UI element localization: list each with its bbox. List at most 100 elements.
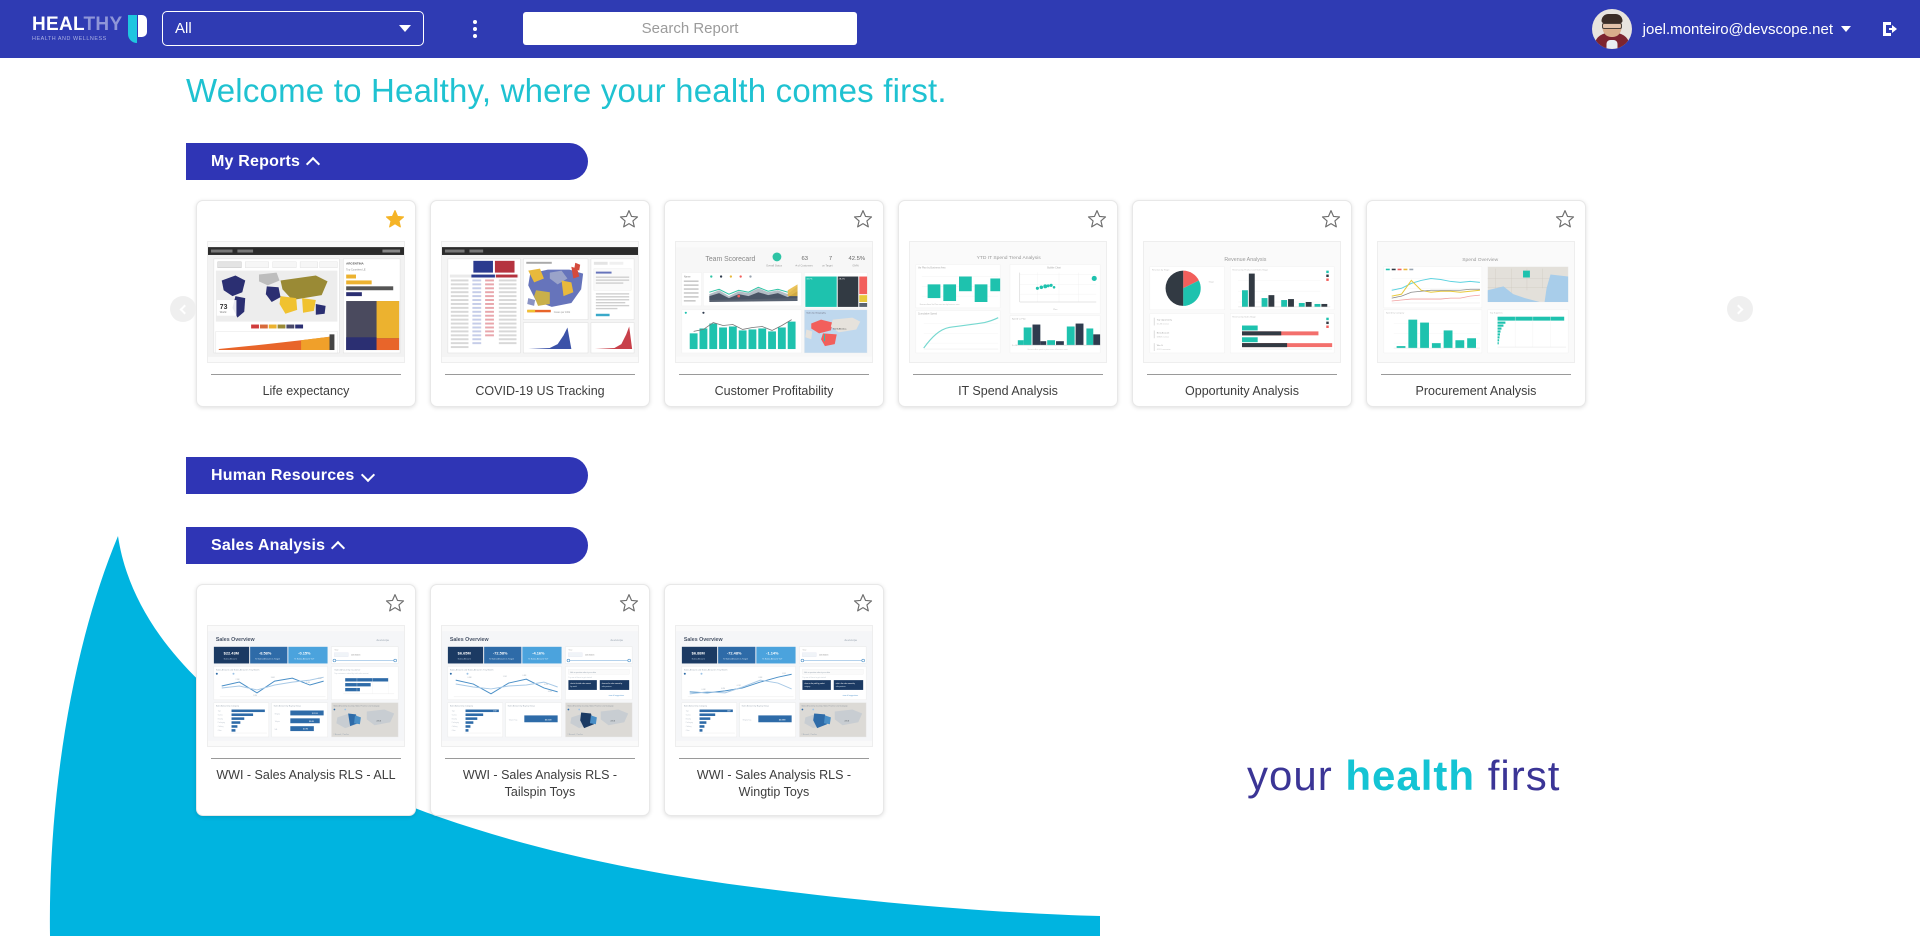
app-header: HEALTHY HEALTH AND WELLNESS All joel.mon… bbox=[0, 0, 1920, 58]
chevron-down-icon bbox=[399, 25, 411, 32]
svg-text:Sales Amount by Category: Sales Amount by Category bbox=[684, 705, 707, 708]
svg-text:Var Plan by Business Area: Var Plan by Business Area bbox=[918, 267, 946, 270]
report-card-title: Life expectancy bbox=[262, 384, 350, 398]
report-card[interactable]: Revenue Analysis Revenue by Stage Stage … bbox=[1132, 200, 1352, 407]
svg-text:0.8M: 0.8M bbox=[522, 675, 526, 677]
report-card[interactable]: Sales Overview devscope $22.43M Sales Am… bbox=[196, 584, 416, 817]
svg-text:% Sales Amount vs Target: % Sales Amount vs Target bbox=[489, 658, 514, 661]
svg-text:Sales Overview: Sales Overview bbox=[450, 637, 490, 643]
svg-text:Sales Overview: Sales Overview bbox=[216, 637, 256, 643]
svg-text:1.1M: 1.1M bbox=[782, 673, 786, 675]
report-card[interactable]: Sales Overview devscope $6.88M Sales Amo… bbox=[664, 584, 884, 817]
svg-text:Bubble Chart: Bubble Chart bbox=[1047, 267, 1061, 270]
section-header-sales-analysis[interactable]: Sales Analysis bbox=[186, 527, 588, 564]
carousel-prev-button[interactable] bbox=[170, 296, 196, 322]
favorite-star-icon[interactable] bbox=[853, 209, 873, 229]
svg-text:Spend vs Plan: Spend vs Plan bbox=[1012, 319, 1027, 321]
svg-text:Sales Amount: Sales Amount bbox=[458, 658, 472, 661]
svg-text:% Sales Amount vs Target: % Sales Amount vs Target bbox=[723, 658, 748, 661]
chevron-down-icon[interactable] bbox=[1841, 26, 1851, 32]
svg-text:Sales Amount by Country, Sales: Sales Amount by Country, Sales Province … bbox=[567, 705, 613, 708]
more-options-icon[interactable] bbox=[466, 14, 484, 44]
svg-text:Win %: Win % bbox=[1157, 345, 1163, 347]
slogan-part-3: first bbox=[1487, 752, 1561, 799]
card-divider bbox=[211, 758, 401, 759]
svg-text:Sales Amount by Country, Sales: Sales Amount by Country, Sales Province … bbox=[801, 705, 847, 708]
svg-text:on Target: on Target bbox=[822, 265, 833, 268]
app-logo[interactable]: HEALTHY HEALTH AND WELLNESS bbox=[32, 9, 154, 49]
card-divider bbox=[679, 374, 869, 375]
report-card[interactable]: 73 World ARGENTINA Top Countries LE Life… bbox=[196, 200, 416, 407]
section-title: Sales Analysis bbox=[211, 536, 326, 554]
report-card[interactable]: YTD IT Spend Trend Analysis Var Plan by … bbox=[898, 200, 1118, 407]
svg-text:Stage: Stage bbox=[1209, 280, 1214, 283]
svg-text:Sales Amount and Sales Amount: Sales Amount and Sales Amount LY by Mont… bbox=[450, 668, 494, 671]
svg-text:$6.65M: $6.65M bbox=[545, 719, 552, 721]
favorite-star-icon[interactable] bbox=[1555, 209, 1575, 229]
svg-text:0.5M: 0.5M bbox=[701, 689, 705, 691]
report-thumbnail: YTD IT Spend Trend Analysis Var Plan by … bbox=[909, 241, 1107, 363]
report-thumbnail: Cases per 100k bbox=[441, 241, 639, 363]
svg-text:$6.65M: $6.65M bbox=[458, 651, 471, 656]
svg-text:devscope: devscope bbox=[845, 638, 858, 642]
svg-text:Spend Overview: Spend Overview bbox=[1462, 257, 1498, 263]
svg-text:63: 63 bbox=[801, 256, 808, 262]
svg-text:Try one of these to get starte: Try one of these to get started bbox=[802, 676, 825, 679]
report-thumbnail: Sales Overview devscope $6.65M Sales Amo… bbox=[441, 625, 639, 747]
svg-text:42.5%: 42.5% bbox=[848, 256, 865, 262]
favorite-star-icon[interactable] bbox=[853, 593, 873, 613]
logout-icon[interactable] bbox=[1880, 19, 1900, 39]
report-card[interactable]: Spend Overview Spend by Category Top Sup… bbox=[1366, 200, 1586, 407]
svg-text:$8.4M: $8.4M bbox=[309, 721, 314, 723]
report-card[interactable]: Cases per 100k COVID-19 US Tracking bbox=[430, 200, 650, 407]
svg-text:Sales Amount by Buying Group: Sales Amount by Buying Group bbox=[274, 705, 301, 708]
leaf-icon bbox=[128, 15, 148, 43]
cards-strip-sales-analysis: Sales Overview devscope $22.43M Sales Am… bbox=[196, 584, 884, 817]
logo-wordmark: HEALTHY bbox=[32, 15, 122, 34]
section-header-my-reports[interactable]: My Reports bbox=[186, 143, 588, 180]
card-divider bbox=[445, 374, 635, 375]
section-title: Human Resources bbox=[211, 466, 355, 484]
report-card[interactable]: Sales Overview devscope $6.65M Sales Amo… bbox=[430, 584, 650, 817]
favorite-star-icon[interactable] bbox=[1087, 209, 1107, 229]
card-divider bbox=[445, 758, 635, 759]
svg-text:Sales Amount by Category: Sales Amount by Category bbox=[216, 705, 239, 708]
svg-text:# of Customers: # of Customers bbox=[796, 265, 814, 268]
carousel-next-button[interactable] bbox=[1727, 296, 1753, 322]
svg-text:Top Countries LE: Top Countries LE bbox=[346, 269, 366, 272]
report-filter-select[interactable]: All bbox=[162, 11, 424, 46]
chevron-up-icon bbox=[308, 157, 318, 167]
search-input[interactable] bbox=[523, 12, 857, 45]
slogan-part-2: health bbox=[1345, 752, 1476, 799]
svg-text:% Sales Amount vs Target: % Sales Amount vs Target bbox=[255, 658, 280, 661]
svg-text:Packaging: Packaging bbox=[686, 722, 693, 724]
section-header-human-resources[interactable]: Human Resources bbox=[186, 457, 588, 494]
svg-text:$22.43M: $22.43M bbox=[224, 651, 239, 656]
svg-text:Sales Amount by Country, Sales: Sales Amount by Country, Sales Province … bbox=[333, 705, 379, 708]
report-card-title: WWI - Sales Analysis RLS - ALL bbox=[216, 768, 396, 782]
svg-text:Games: Games bbox=[686, 714, 691, 716]
svg-text:$1.9M: $1.9M bbox=[303, 729, 308, 731]
search-report-box[interactable] bbox=[523, 12, 857, 45]
favorite-star-icon[interactable] bbox=[619, 593, 639, 613]
report-card[interactable]: Team Scorecard Overall Status 63 # of Cus… bbox=[664, 200, 884, 407]
svg-text:ARGENTINA: ARGENTINA bbox=[346, 262, 364, 266]
svg-text:ASIA: ASIA bbox=[611, 719, 616, 722]
favorite-star-icon[interactable] bbox=[1321, 209, 1341, 229]
report-card-title: Procurement Analysis bbox=[1415, 384, 1537, 398]
svg-text:Business Area spend vs plan ac: Business Area spend vs plan across all b… bbox=[1028, 348, 1068, 351]
avatar[interactable] bbox=[1591, 9, 1632, 49]
svg-text:Sales Overview: Sales Overview bbox=[684, 637, 724, 643]
logo-word-part-1: HEAL bbox=[32, 14, 84, 36]
favorite-star-icon[interactable] bbox=[385, 209, 405, 229]
svg-text:Sales Amount and Sales Amount: Sales Amount and Sales Amount LY by Mont… bbox=[684, 668, 728, 671]
svg-text:3.1M: 3.1M bbox=[306, 682, 310, 684]
svg-text:Business Area Var Plan over ti: Business Area Var Plan over time by busi… bbox=[920, 303, 960, 306]
favorite-star-icon[interactable] bbox=[619, 209, 639, 229]
svg-text:Top customers ranked by total: Top customers ranked by total sales amou… bbox=[334, 672, 369, 675]
svg-text:Toys: Toys bbox=[452, 710, 455, 712]
logo-word-part-2: THY bbox=[83, 14, 123, 36]
favorite-star-icon[interactable] bbox=[385, 593, 405, 613]
svg-text:Cumulative Spend: Cumulative Spend bbox=[918, 313, 938, 316]
report-card-title: WWI - Sales Analysis RLS - Wingtip Toys bbox=[696, 768, 852, 799]
